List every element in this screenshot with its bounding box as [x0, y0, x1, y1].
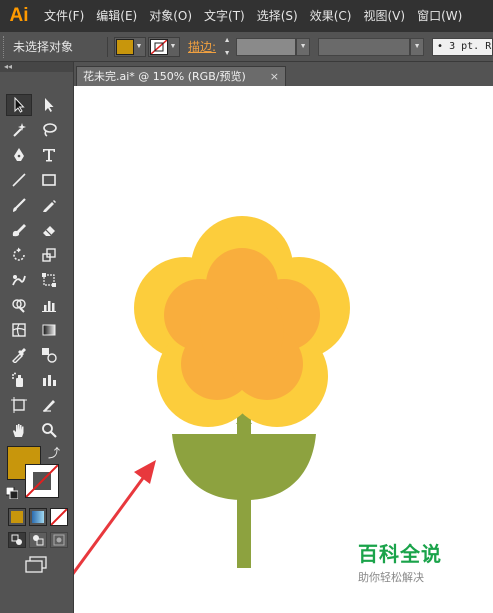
draw-inside-icon[interactable]: [50, 532, 68, 548]
lasso-tool-icon[interactable]: [36, 119, 62, 141]
selection-status: 未选择对象: [13, 40, 74, 54]
tool-row: [6, 119, 68, 141]
stroke-label[interactable]: 描边:: [188, 38, 216, 55]
gradient-tool-icon[interactable]: [36, 319, 62, 341]
hand-tool-icon[interactable]: [6, 419, 32, 441]
color-mode-row: [8, 508, 68, 526]
divider: [107, 36, 108, 57]
chevron-down-icon: ▼: [169, 43, 177, 50]
chevron-down-icon: ▼: [135, 43, 143, 50]
tools-panel: ◂◂ ⤴: [0, 62, 74, 613]
tool-row: [6, 94, 68, 116]
tool-row: [6, 244, 68, 266]
line-segment-tool-icon[interactable]: [6, 169, 32, 191]
tool-row: [6, 194, 68, 216]
mesh-tool-icon[interactable]: [6, 319, 32, 341]
stroke-none-swatch: [150, 38, 168, 55]
fill-swatch: [116, 38, 134, 55]
gradient-mode-button[interactable]: [29, 508, 47, 526]
screen-mode-icon[interactable]: [24, 556, 48, 574]
slice-tool-icon[interactable]: [36, 394, 62, 416]
control-bar-grip[interactable]: [3, 35, 9, 58]
stroke-color-picker[interactable]: ▼: [148, 36, 180, 57]
draw-behind-icon[interactable]: [29, 532, 47, 548]
menu-window[interactable]: 窗口(W): [411, 0, 468, 32]
none-mode-button[interactable]: [50, 508, 68, 526]
menu-view[interactable]: 视图(V): [357, 0, 411, 32]
menu-object[interactable]: 对象(O): [143, 0, 198, 32]
tool-row: [6, 144, 68, 166]
illustrator-window: Ai 文件(F) 编辑(E) 对象(O) 文字(T) 选择(S) 效果(C) 视…: [0, 0, 493, 613]
draw-normal-icon[interactable]: [8, 532, 26, 548]
blend-tool-icon[interactable]: [36, 344, 62, 366]
brush-definition[interactable]: • 3 pt. R: [432, 37, 493, 56]
menu-file[interactable]: 文件(F): [38, 0, 90, 32]
right-leaf[interactable]: [246, 434, 316, 500]
panel-collapse-icon[interactable]: ◂◂: [0, 62, 73, 72]
watermark-title: 百科全说: [358, 542, 442, 566]
fill-color-picker[interactable]: ▼: [114, 36, 146, 57]
stroke-weight-field[interactable]: [236, 37, 297, 56]
blob-brush-tool-icon[interactable]: [6, 219, 32, 241]
free-transform-tool-icon[interactable]: [36, 269, 62, 291]
paintbrush-tool-icon[interactable]: [6, 194, 32, 216]
tab-document[interactable]: 花未完.ai* @ 150% (RGB/预览) ×: [76, 66, 286, 86]
draw-mode-row: [8, 532, 68, 548]
eyedropper-tool-icon[interactable]: [6, 344, 32, 366]
left-leaf[interactable]: [172, 434, 242, 500]
symbol-sprayer-tool-icon[interactable]: [6, 369, 32, 391]
shape-builder-tool-icon[interactable]: [6, 294, 32, 316]
selection-tool-icon[interactable]: [6, 94, 32, 116]
tool-row: [6, 319, 68, 341]
stroke-weight-stepper[interactable]: ▲ ▼: [220, 37, 234, 57]
tool-row: [6, 269, 68, 291]
menu-effect[interactable]: 效果(C): [304, 0, 358, 32]
graph-tool-icon[interactable]: [36, 294, 62, 316]
eraser-tool-icon[interactable]: [36, 219, 62, 241]
scale-tool-icon[interactable]: [36, 244, 62, 266]
artboard-canvas[interactable]: 百科全说 助你轻松解决: [74, 86, 493, 613]
stroke-weight-dropdown[interactable]: ▼: [296, 37, 311, 56]
tool-row: [6, 369, 68, 391]
menu-type[interactable]: 文字(T): [198, 0, 251, 32]
app-logo: Ai: [9, 5, 29, 26]
artboard-tool-icon[interactable]: [6, 394, 32, 416]
flower-artwork[interactable]: [74, 86, 493, 613]
swap-fill-stroke-icon[interactable]: ⤴: [48, 444, 60, 461]
variable-width-profile[interactable]: [318, 37, 411, 56]
rectangle-tool-icon[interactable]: [36, 169, 62, 191]
zoom-tool-icon[interactable]: [36, 419, 62, 441]
direct-selection-tool-icon[interactable]: [36, 94, 62, 116]
magic-wand-tool-icon[interactable]: [6, 119, 32, 141]
close-icon[interactable]: ×: [270, 67, 279, 86]
tool-row: [6, 219, 68, 241]
chevron-down-icon[interactable]: ▼: [224, 50, 231, 57]
profile-dropdown[interactable]: ▼: [410, 37, 425, 56]
default-fill-stroke-icon[interactable]: [5, 486, 19, 500]
menu-edit[interactable]: 编辑(E): [90, 0, 143, 32]
tool-row: [6, 294, 68, 316]
menu-bar: Ai 文件(F) 编辑(E) 对象(O) 文字(T) 选择(S) 效果(C) 视…: [0, 0, 493, 32]
tool-row: [6, 394, 68, 416]
color-mode-button[interactable]: [8, 508, 26, 526]
document-tab-title: 花未完.ai* @ 150% (RGB/预览): [83, 70, 246, 83]
tool-row: [6, 344, 68, 366]
tool-row: [6, 169, 68, 191]
rotate-tool-icon[interactable]: [6, 244, 32, 266]
tool-row: [6, 419, 68, 441]
pen-tool-icon[interactable]: [6, 144, 32, 166]
menu-select[interactable]: 选择(S): [251, 0, 304, 32]
column-graph-tool-icon[interactable]: [36, 369, 62, 391]
stroke-color-box[interactable]: [25, 464, 59, 498]
pencil-tool-icon[interactable]: [36, 194, 62, 216]
watermark-subtitle: 助你轻松解决: [358, 571, 424, 584]
annotation-arrow: [74, 460, 156, 575]
warp-tool-icon[interactable]: [6, 269, 32, 291]
chevron-up-icon[interactable]: ▲: [224, 37, 231, 44]
control-bar: 未选择对象 ▼ ▼ 描边: ▲ ▼ ▼ ▼ • 3 pt. R: [0, 32, 493, 62]
watermark: 百科全说 助你轻松解决: [358, 538, 458, 585]
type-tool-icon[interactable]: [36, 144, 62, 166]
